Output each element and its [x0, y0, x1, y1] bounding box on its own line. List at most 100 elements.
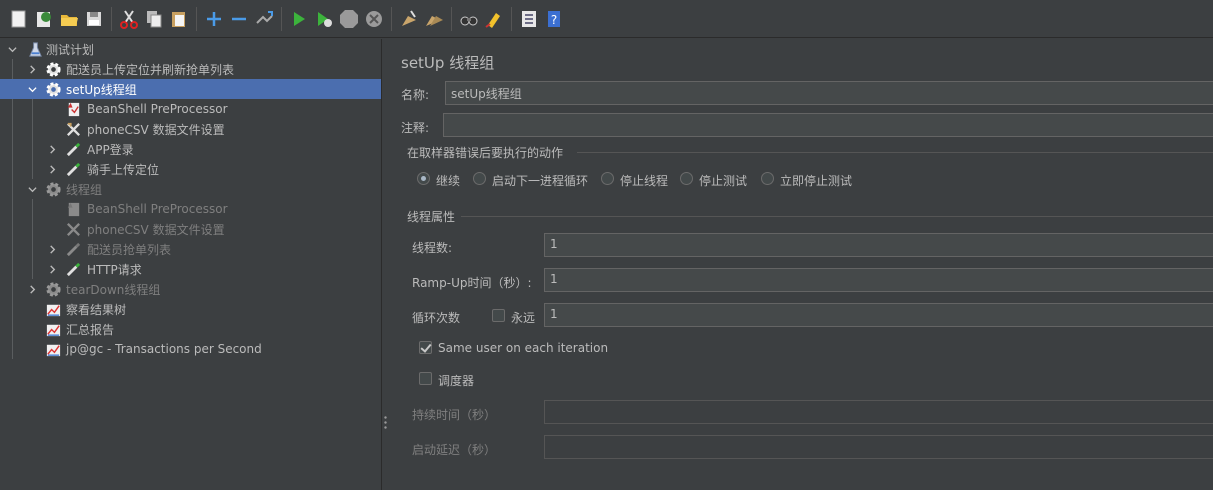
search-icon[interactable] [458, 8, 480, 30]
group-divider [577, 152, 1213, 153]
preprocessor-icon [64, 100, 82, 118]
thread-group-icon [44, 60, 62, 78]
same-user-checkbox[interactable] [419, 341, 432, 354]
radio-stop-test-label: 停止测试 [699, 174, 748, 188]
rampup-field[interactable]: 1 [544, 268, 1213, 292]
tree-item-label: BeanShell PreProcessor [87, 102, 228, 116]
tree-item-results-tree[interactable]: 察看结果树 [0, 299, 381, 319]
clear-icon[interactable] [398, 8, 420, 30]
tree-item-beanshell[interactable]: BeanShell PreProcessor [0, 99, 381, 119]
tree-item-rider-upload[interactable]: 骑手上传定位 [0, 159, 381, 179]
test-plan-icon [26, 40, 44, 58]
start-icon[interactable] [288, 8, 310, 30]
chevron-right-icon[interactable] [47, 244, 57, 254]
tree-item-setup-thread-group[interactable]: setUp线程组 [0, 79, 381, 99]
tree-item-summary-report[interactable]: 汇总报告 [0, 319, 381, 339]
templates-icon[interactable] [33, 8, 55, 30]
radio-continue-label: 继续 [436, 174, 461, 188]
tree-item-label: 配送员抢单列表 [87, 242, 172, 257]
reset-search-icon[interactable] [483, 8, 505, 30]
open-icon[interactable] [58, 8, 80, 30]
sampler-icon [64, 240, 82, 258]
sampler-icon [64, 160, 82, 178]
save-icon[interactable] [83, 8, 105, 30]
cut-icon[interactable] [118, 8, 140, 30]
listener-icon [44, 340, 62, 358]
tree-item-thread-group[interactable]: 线程组 [0, 179, 381, 199]
group-divider [461, 216, 1213, 217]
config-icon [64, 120, 82, 138]
collapse-icon[interactable] [228, 8, 250, 30]
tree-item-app-login[interactable]: APP登录 [0, 139, 381, 159]
start-no-pause-icon[interactable] [313, 8, 335, 30]
tree-item-label: tearDown线程组 [66, 282, 161, 297]
listener-icon [44, 320, 62, 338]
tree-item-http-request[interactable]: HTTP请求 [0, 259, 381, 279]
chevron-right-icon[interactable] [47, 264, 57, 274]
scheduler-checkbox[interactable] [419, 372, 432, 385]
chevron-down-icon[interactable] [27, 84, 37, 94]
split-pane-divider[interactable] [382, 39, 390, 490]
svg-text:?: ? [551, 13, 557, 27]
tree-item-beanshell-disabled[interactable]: BeanShell PreProcessor [0, 199, 381, 219]
radio-continue[interactable] [417, 172, 430, 185]
forever-checkbox[interactable] [492, 309, 505, 322]
loop-count-field[interactable]: 1 [544, 303, 1213, 327]
thread-properties-title: 线程属性 [407, 210, 456, 224]
radio-stop-test-now-label: 立即停止测试 [780, 174, 853, 188]
tree-item-thread-group-upload[interactable]: 配送员上传定位并刷新抢单列表 [0, 59, 381, 79]
tree-item-csv-config[interactable]: phoneCSV 数据文件设置 [0, 119, 381, 139]
expand-icon[interactable] [203, 8, 225, 30]
tree-item-tps[interactable]: jp@gc - Transactions per Second [0, 339, 381, 359]
chevron-down-icon[interactable] [27, 184, 37, 194]
tree-item-label: setUp线程组 [66, 82, 137, 97]
error-action-group-title: 在取样器错误后要执行的动作 [407, 146, 564, 160]
tree-item-label: phoneCSV 数据文件设置 [87, 222, 225, 237]
tree-item-label: 汇总报告 [66, 322, 115, 337]
comment-field[interactable] [443, 113, 1213, 137]
tree-item-order-list[interactable]: 配送员抢单列表 [0, 239, 381, 259]
radio-stop-test[interactable] [680, 172, 693, 185]
tree-item-teardown-thread-group[interactable]: tearDown线程组 [0, 279, 381, 299]
drag-handle-icon[interactable] [384, 415, 387, 431]
chevron-right-icon[interactable] [27, 284, 37, 294]
tree-item-label: jp@gc - Transactions per Second [66, 342, 262, 356]
duration-field[interactable] [544, 400, 1213, 424]
stop-icon[interactable] [338, 8, 360, 30]
shutdown-icon[interactable] [363, 8, 385, 30]
config-icon [64, 220, 82, 238]
clear-all-icon[interactable] [423, 8, 445, 30]
radio-stop-thread[interactable] [601, 172, 614, 185]
radio-start-next-loop[interactable] [473, 172, 486, 185]
chevron-right-icon[interactable] [47, 164, 57, 174]
name-field[interactable]: setUp线程组 [445, 81, 1213, 105]
thread-group-icon [44, 80, 62, 98]
function-helper-icon[interactable] [518, 8, 540, 30]
tree-item-label: 察看结果树 [66, 302, 127, 317]
threads-field[interactable]: 1 [544, 233, 1213, 257]
radio-stop-test-now[interactable] [761, 172, 774, 185]
chevron-down-icon[interactable] [7, 44, 17, 54]
toolbar: ? [0, 0, 1213, 38]
tree-item-label: 配送员上传定位并刷新抢单列表 [66, 62, 235, 77]
help-icon[interactable]: ? [543, 8, 565, 30]
tree-item-label: 线程组 [66, 182, 103, 197]
tree-item-csv-config-disabled[interactable]: phoneCSV 数据文件设置 [0, 219, 381, 239]
paste-icon[interactable] [168, 8, 190, 30]
preprocessor-icon [64, 200, 82, 218]
copy-icon[interactable] [143, 8, 165, 30]
toggle-icon[interactable] [253, 8, 275, 30]
test-plan-tree: 测试计划 配送员上传定位并刷新抢单列表 setUp线程组 BeanShell P… [0, 39, 382, 490]
loop-count-label: 循环次数 [412, 311, 461, 325]
startup-delay-field[interactable] [544, 435, 1213, 459]
radio-start-next-loop-label: 启动下一进程循环 [492, 174, 589, 188]
startup-delay-label: 启动延迟（秒） [412, 443, 497, 457]
new-icon[interactable] [8, 8, 30, 30]
chevron-right-icon[interactable] [27, 64, 37, 74]
scheduler-label: 调度器 [438, 374, 475, 388]
threads-label: 线程数: [412, 241, 453, 255]
tree-item-test-plan[interactable]: 测试计划 [0, 39, 381, 59]
chevron-right-icon[interactable] [47, 144, 57, 154]
listener-icon [44, 300, 62, 318]
sampler-icon [64, 260, 82, 278]
